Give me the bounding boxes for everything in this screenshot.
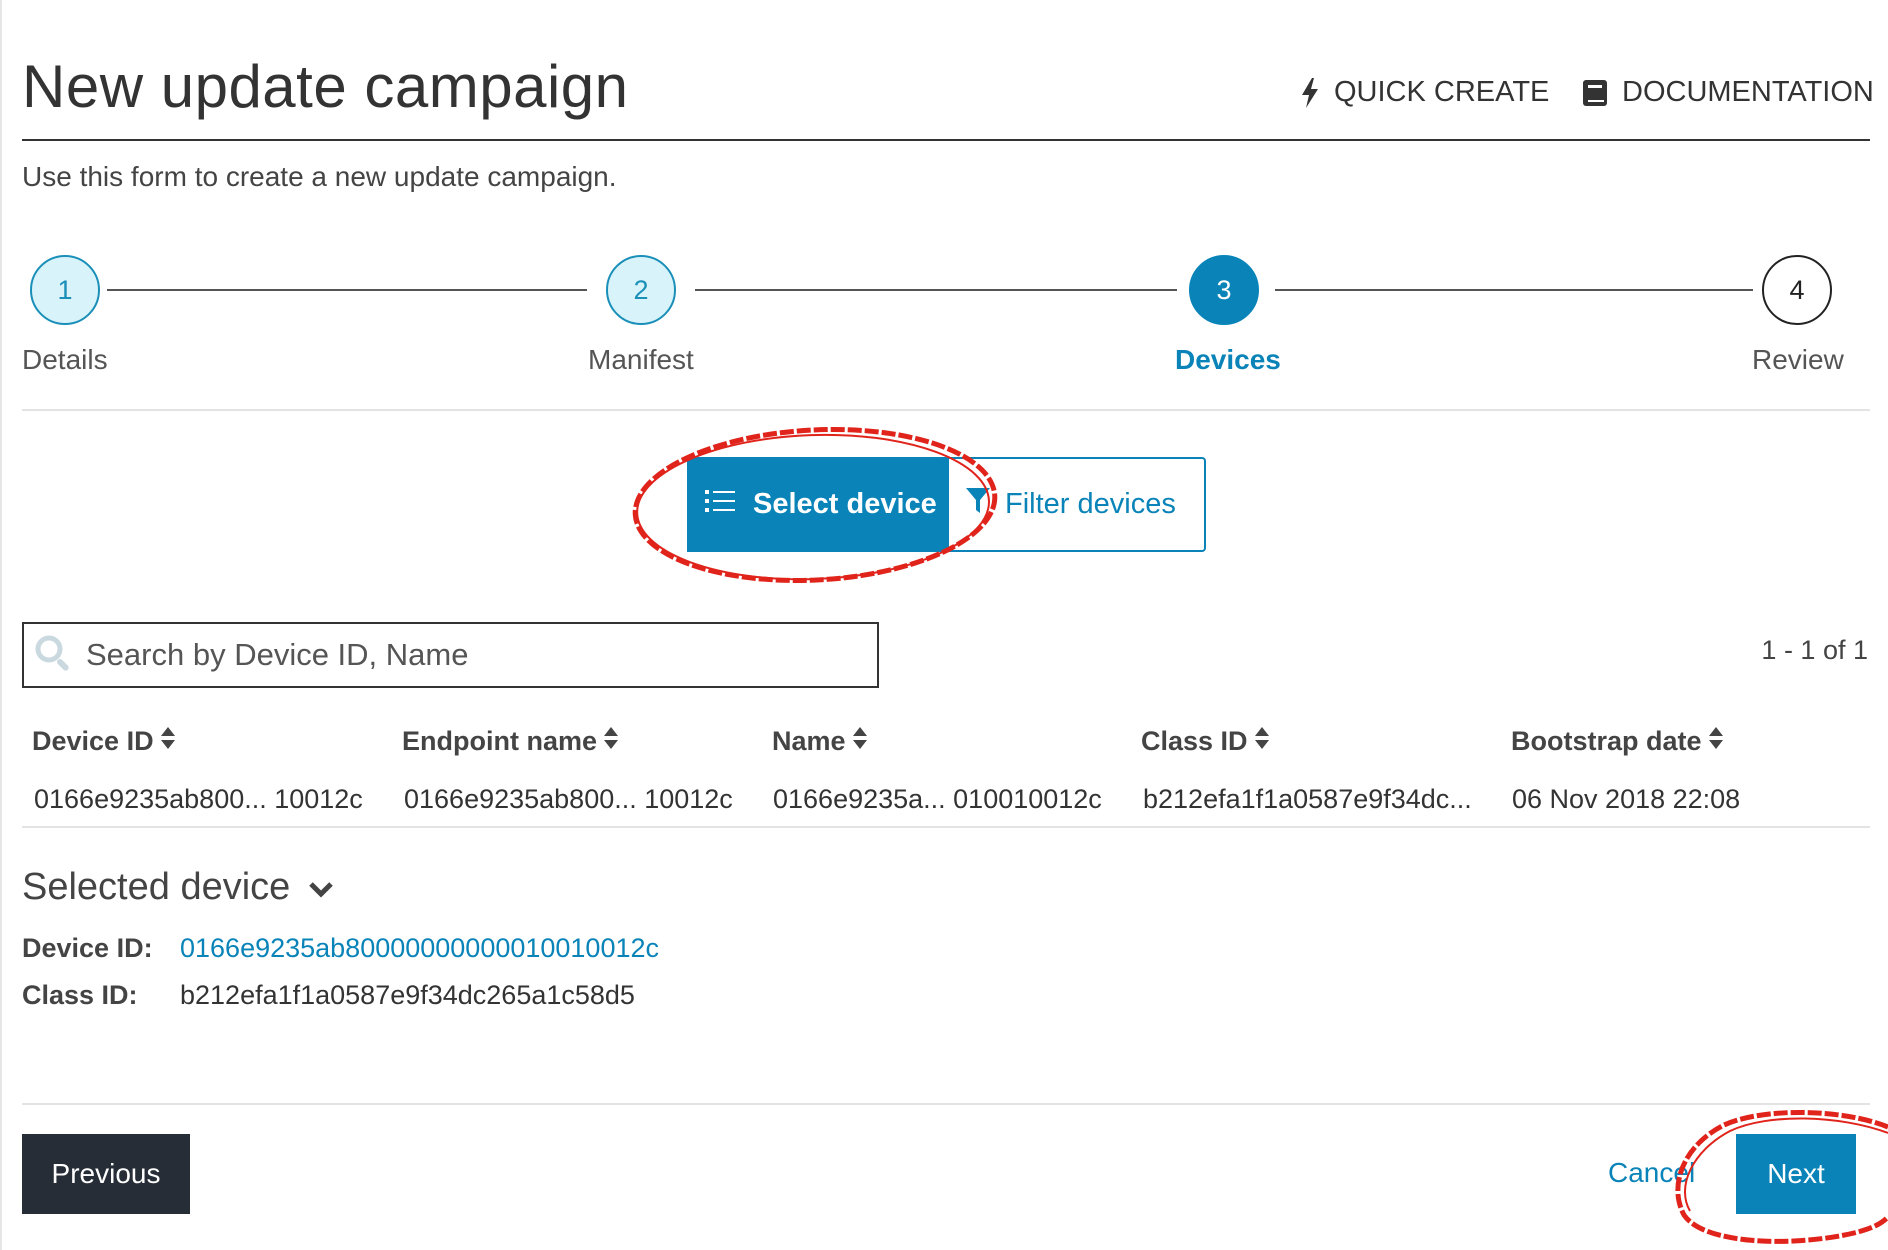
column-header-label: Endpoint name (402, 726, 597, 756)
quick-create-link[interactable]: QUICK CREATE (1300, 76, 1549, 109)
column-header-label: Device ID (32, 726, 154, 756)
filter-funnel-icon (965, 486, 991, 524)
device-id-link[interactable]: 0166e9235ab80000000000010010012c (180, 933, 659, 964)
selected-device-toggle[interactable]: Selected device (22, 866, 334, 909)
filter-devices-label: Filter devices (1005, 488, 1176, 520)
class-id-value: b212efa1f1a0587e9f34dc265a1c58d5 (180, 980, 635, 1010)
cancel-button[interactable]: Cancel (1608, 1157, 1695, 1189)
table-divider (22, 826, 1870, 828)
table-cell: 06 Nov 2018 22:08 (1512, 784, 1741, 814)
step-3-label: Devices (1175, 344, 1281, 375)
page-subtitle: Use this form to create a new update cam… (22, 161, 617, 192)
select-device-button[interactable]: Select device (687, 457, 949, 552)
lightning-bolt-icon (1300, 77, 1320, 108)
step-4-circle: 4 (1762, 255, 1832, 325)
documentation-link[interactable]: DOCUMENTATION (1582, 76, 1874, 109)
update-campaign-page: New update campaign QUICK CREATE DOCUMEN… (0, 0, 1888, 1250)
footer-divider (22, 1103, 1870, 1105)
sort-icon (603, 726, 619, 757)
sort-icon (160, 726, 176, 757)
list-icon (705, 488, 735, 522)
search-box[interactable] (22, 622, 879, 688)
step-1-label[interactable]: Details (22, 344, 108, 376)
sort-icon (1254, 726, 1270, 757)
quick-create-label: QUICK CREATE (1334, 76, 1550, 108)
step-connector (107, 289, 587, 291)
table-cell: 0166e9235ab800... 10012c (404, 784, 733, 814)
pagination-count: 1 - 1 of 1 (1761, 635, 1868, 665)
left-border (0, 0, 2, 1250)
select-device-label: Select device (753, 488, 937, 520)
class-id-label: Class ID: (22, 980, 138, 1010)
next-button[interactable]: Next (1736, 1134, 1856, 1214)
documentation-label: DOCUMENTATION (1622, 76, 1874, 108)
step-connector (695, 289, 1177, 291)
column-header-class-id[interactable]: Class ID (1141, 726, 1270, 757)
selected-device-title: Selected device (22, 866, 291, 908)
magnifier-icon (32, 632, 74, 679)
column-header-endpoint-name[interactable]: Endpoint name (402, 726, 619, 757)
column-header-label: Class ID (1141, 726, 1248, 756)
page-title: New update campaign (22, 53, 629, 120)
column-header-label: Bootstrap date (1511, 726, 1702, 756)
sort-icon (852, 726, 868, 757)
column-header-bootstrap-date[interactable]: Bootstrap date (1511, 726, 1724, 757)
table-cell: 0166e9235ab800... 10012c (34, 784, 363, 814)
step-4-label: Review (1752, 344, 1844, 375)
stepper-divider (22, 409, 1870, 411)
step-connector (1275, 289, 1753, 291)
search-input[interactable] (86, 637, 846, 673)
column-header-device-id[interactable]: Device ID (32, 726, 176, 757)
filter-devices-button[interactable]: Filter devices (949, 457, 1206, 552)
device-id-label: Device ID: (22, 933, 153, 963)
header-divider (22, 139, 1870, 141)
sort-icon (1708, 726, 1724, 757)
previous-button[interactable]: Previous (22, 1134, 190, 1214)
chevron-down-icon (308, 866, 334, 909)
step-3-circle: 3 (1189, 255, 1259, 325)
step-2-label[interactable]: Manifest (588, 344, 694, 376)
table-cell: b212efa1f1a0587e9f34dc... (1143, 784, 1472, 814)
book-icon (1582, 79, 1608, 107)
step-2-circle[interactable]: 2 (606, 255, 676, 325)
step-1-circle[interactable]: 1 (30, 255, 100, 325)
column-header-label: Name (772, 726, 846, 756)
table-cell: 0166e9235a... 010010012c (773, 784, 1102, 814)
column-header-name[interactable]: Name (772, 726, 868, 757)
